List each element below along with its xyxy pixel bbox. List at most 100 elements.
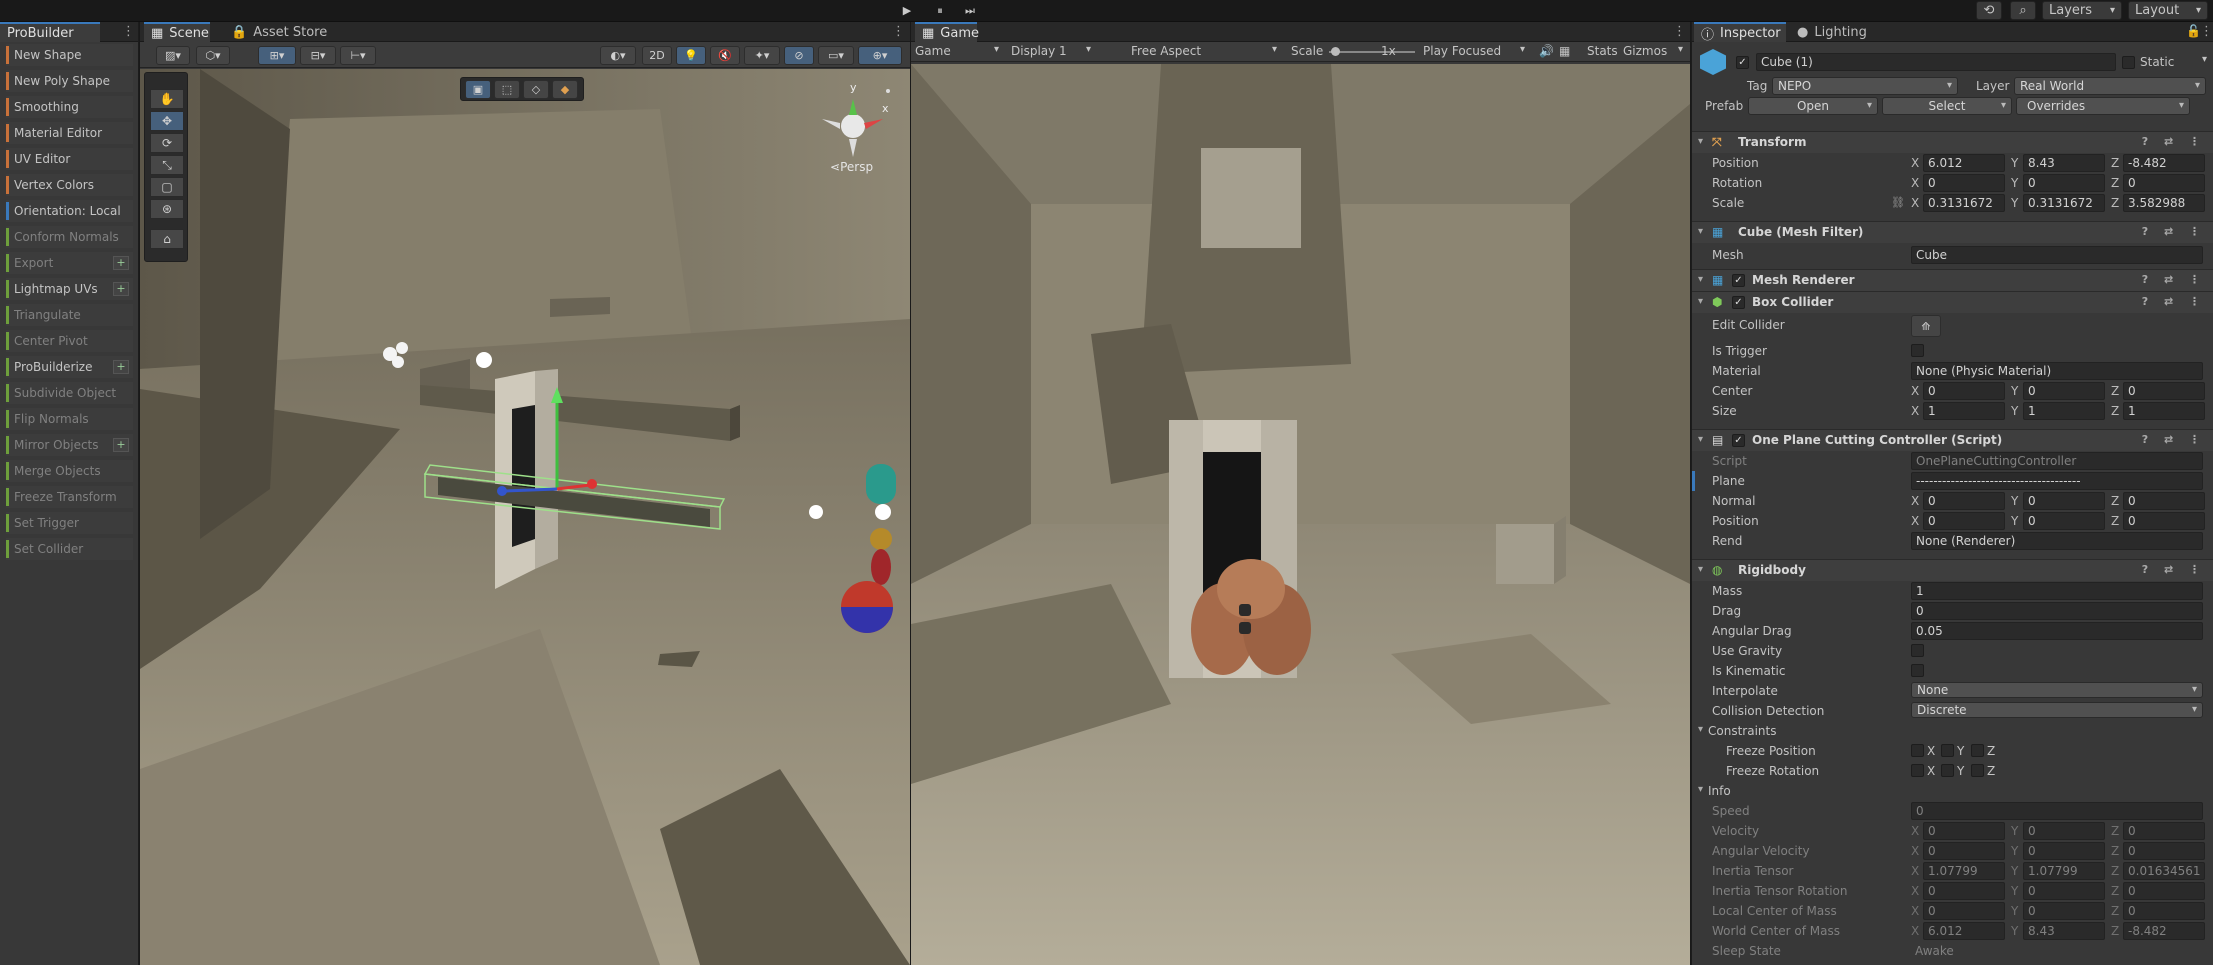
vector-y-field[interactable]: 8.43 — [2023, 154, 2105, 172]
component-actions-icon[interactable]: ? ⇄ ⋮ — [2142, 273, 2206, 286]
probuilder-item[interactable]: New Poly Shape — [6, 70, 133, 92]
probuilder-item[interactable]: Freeze Transform — [6, 486, 133, 508]
foldout-arrow-icon[interactable]: ▾ — [1698, 226, 1703, 237]
value-field[interactable]: None (Physic Material) — [1911, 362, 2203, 380]
vector-z-field[interactable]: 0 — [2123, 902, 2205, 920]
link-icon[interactable]: ⛓ — [1891, 196, 1905, 209]
probuilder-item[interactable]: UV Editor — [6, 148, 133, 170]
render-mode-button[interactable]: ◐▾ — [600, 46, 636, 65]
play-button[interactable]: ▶ — [897, 2, 917, 19]
collision-detection-dropdown[interactable]: Discrete — [1911, 702, 2203, 718]
probuilder-item[interactable]: Material Editor — [6, 122, 133, 144]
vector-z-field[interactable]: 3.582988 — [2123, 194, 2205, 212]
prefab-overrides-dropdown[interactable]: Overrides — [2016, 97, 2190, 115]
vector-z-field[interactable]: 1 — [2123, 402, 2205, 420]
rect-tool-icon[interactable]: ▢ — [150, 177, 184, 197]
grid-button[interactable]: ⊟▾ — [300, 46, 336, 65]
probuilder-item[interactable]: Set Collider — [6, 538, 133, 560]
value-field[interactable]: 0 — [1911, 602, 2203, 620]
vector-x-field[interactable]: 1 — [1923, 402, 2005, 420]
play-focused-dropdown[interactable]: Play Focused ▾ — [1423, 44, 1529, 58]
stats-button[interactable]: Stats — [1587, 44, 1618, 58]
vector-z-field[interactable]: -8.482 — [2123, 922, 2205, 940]
lighting-toggle-icon[interactable]: 💡 — [676, 46, 706, 65]
component-actions-icon[interactable]: ? ⇄ ⋮ — [2142, 225, 2206, 238]
menu-icon[interactable]: ⋮ — [122, 24, 135, 40]
vector-x-field[interactable]: 0 — [1923, 174, 2005, 192]
prefab-select-button[interactable]: Select — [1882, 97, 2012, 115]
probuilder-item[interactable]: Conform Normals — [6, 226, 133, 248]
probuilder-item[interactable]: Export + — [6, 252, 133, 274]
custom-tool-icon[interactable]: ⌂ — [150, 229, 184, 249]
interpolate-dropdown[interactable]: None — [1911, 682, 2203, 698]
vector-y-field[interactable]: 0.3131672 — [2023, 194, 2105, 212]
vector-y-field[interactable]: 0 — [2023, 822, 2105, 840]
probuilder-item[interactable]: Merge Objects — [6, 460, 133, 482]
vertex-mode-icon[interactable]: ⬚ — [494, 80, 520, 99]
layout-dropdown[interactable]: Layout ▾ — [2128, 1, 2208, 20]
probuilder-item[interactable]: ProBuilderize + — [6, 356, 133, 378]
freeze-y-checkbox[interactable] — [1941, 764, 1954, 777]
scale-slider-thumb[interactable] — [1331, 47, 1340, 56]
vector-x-field[interactable]: 0 — [1923, 842, 2005, 860]
value-field[interactable]: 1 — [1911, 582, 2203, 600]
freeze-x-checkbox[interactable] — [1911, 744, 1924, 757]
tag-dropdown[interactable]: NEPO — [1772, 77, 1958, 95]
tab-scene[interactable]: ▦ Scene — [144, 22, 210, 42]
persp-label[interactable]: ⋖Persp — [830, 160, 873, 174]
freeze-z-checkbox[interactable] — [1971, 744, 1984, 757]
vector-y-field[interactable]: 0 — [2023, 902, 2105, 920]
use-gravity-checkbox[interactable] — [1911, 644, 1924, 657]
grid-snap-button[interactable]: ⊞▾ — [258, 46, 296, 65]
stats-icon[interactable]: ▦ — [1559, 44, 1570, 58]
tab-inspector[interactable]: ⓘ Inspector — [1694, 22, 1786, 43]
hand-tool-icon[interactable]: ✋ — [150, 89, 184, 109]
box-collider-header[interactable]: ▾ ⬢ ✓ Box Collider ? ⇄ ⋮ — [1692, 291, 2213, 313]
probuilder-item[interactable]: Set Trigger — [6, 512, 133, 534]
draw-mode-button[interactable]: ▨▾ — [156, 46, 190, 65]
scene-canvas[interactable]: y x ⋖Persp — [140, 69, 910, 965]
probuilder-item[interactable]: Center Pivot — [6, 330, 133, 352]
face-mode-icon[interactable]: ◆ — [552, 80, 578, 99]
foldout-arrow-icon[interactable]: ▾ — [1698, 136, 1703, 147]
static-checkbox[interactable] — [2122, 56, 2135, 69]
move-tool-icon[interactable]: ✥ — [150, 111, 184, 131]
vector-x-field[interactable]: 0 — [1923, 512, 2005, 530]
component-actions-icon[interactable]: ? ⇄ ⋮ — [2142, 295, 2206, 308]
gizmos-dropdown[interactable]: Gizmos ▾ — [1623, 44, 1685, 58]
transform-tool-icon[interactable]: ⊛ — [150, 199, 184, 219]
info-foldout-icon[interactable]: ▾ — [1698, 784, 1703, 795]
vector-y-field[interactable]: 0 — [2023, 882, 2105, 900]
rotate-tool-icon[interactable]: ⟳ — [150, 133, 184, 153]
value-field[interactable]: 0 — [1911, 802, 2203, 820]
constraints-foldout-icon[interactable]: ▾ — [1698, 724, 1703, 735]
probuilder-item[interactable]: Flip Normals — [6, 408, 133, 430]
probuilder-item[interactable]: New Shape — [6, 44, 133, 66]
layer-dropdown[interactable]: Real World — [2014, 77, 2206, 95]
history-icon[interactable]: ⟲ — [1976, 1, 2002, 20]
enabled-checkbox[interactable]: ✓ — [1732, 434, 1745, 447]
foldout-arrow-icon[interactable]: ▾ — [1698, 296, 1703, 307]
mesh-filter-header[interactable]: ▾ ▦ Cube (Mesh Filter) ? ⇄ ⋮ — [1692, 221, 2213, 243]
options-plus-button[interactable]: + — [113, 438, 129, 452]
vector-z-field[interactable]: 0 — [2123, 882, 2205, 900]
edit-collider-button[interactable]: ⟰ — [1911, 315, 1941, 337]
vector-x-field[interactable]: 0 — [1923, 882, 2005, 900]
script-component-header[interactable]: ▾ ▤ ✓ One Plane Cutting Controller (Script)… — [1692, 429, 2213, 451]
camera-button[interactable]: ▭▾ — [818, 46, 854, 65]
static-dropdown-icon[interactable]: ▾ — [2202, 54, 2207, 65]
is-kinematic-checkbox[interactable] — [1911, 664, 1924, 677]
vector-y-field[interactable]: 1 — [2023, 402, 2105, 420]
object-mode-icon[interactable]: ▣ — [465, 80, 491, 99]
game-canvas[interactable] — [911, 64, 1690, 965]
vector-z-field[interactable]: 0 — [2123, 822, 2205, 840]
mesh-renderer-header[interactable]: ▾ ▦ ✓ Mesh Renderer ? ⇄ ⋮ — [1692, 269, 2213, 291]
gizmos-button[interactable]: ⊕▾ — [858, 46, 902, 65]
vector-z-field[interactable]: 0 — [2123, 492, 2205, 510]
vector-z-field[interactable]: 0 — [2123, 512, 2205, 530]
menu-icon[interactable]: ⋮ — [1673, 24, 1686, 40]
shading-button[interactable]: ⬡▾ — [196, 46, 230, 65]
vector-z-field[interactable]: -8.482 — [2123, 154, 2205, 172]
component-actions-icon[interactable]: ? ⇄ ⋮ — [2142, 433, 2206, 446]
scale-tool-icon[interactable]: ⤡ — [150, 155, 184, 175]
